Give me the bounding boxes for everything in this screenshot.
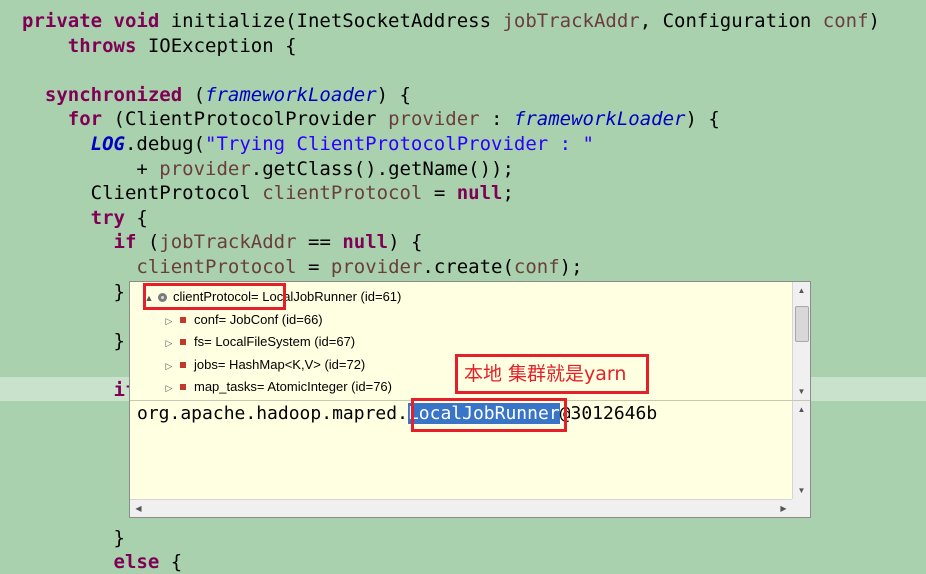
tree-row-label: conf= JobConf (id=66) xyxy=(194,311,323,327)
code-token: ) xyxy=(868,10,880,32)
tree-row-label: fs= LocalFileSystem (id=67) xyxy=(194,334,356,349)
code-token: + xyxy=(22,157,160,180)
scroll-up-icon[interactable]: ▲ xyxy=(793,401,810,418)
code-line: if (jobTrackAddr == null) { xyxy=(22,230,423,254)
code-token: == xyxy=(296,231,343,254)
code-line: try { xyxy=(22,206,148,230)
highlight-box-variable xyxy=(143,283,286,310)
scroll-down-icon[interactable]: ▼ xyxy=(793,383,810,400)
code-line: private void initialize(InetSocketAddres… xyxy=(22,9,880,33)
code-token: null xyxy=(456,182,503,205)
detail-suffix: @3012646b xyxy=(559,403,658,424)
code-line: for (ClientProtocolProvider provider : f… xyxy=(22,107,720,131)
code-line: + provider.getClass().getName()); xyxy=(22,157,514,181)
tree-row[interactable]: ▷ map_tasks= AtomicInteger (id=76) xyxy=(162,376,392,398)
code-token: { xyxy=(124,206,148,229)
scroll-down-icon[interactable]: ▼ xyxy=(793,482,810,499)
code-token: { xyxy=(159,551,183,574)
code-line: clientProtocol = provider.create(conf); xyxy=(22,255,583,279)
code-token: ( xyxy=(182,83,206,106)
field-icon xyxy=(180,384,186,391)
code-token: ); xyxy=(559,256,583,278)
code-token: conf xyxy=(513,256,560,278)
tree-row-label: jobs= HashMap<K,V> (id=72) xyxy=(194,356,366,372)
detail-prefix: org.apache.hadoop.mapred. xyxy=(137,403,408,424)
code-token: frameworkLoader xyxy=(513,108,686,131)
expand-toggle-icon[interactable]: ▷ xyxy=(162,310,176,332)
code-token: private void xyxy=(22,10,160,32)
code-line: } xyxy=(22,526,125,550)
value-detail-pane[interactable]: org.apache.hadoop.mapred.LocalJobRunner@… xyxy=(137,403,657,425)
code-token: .getClass().getName()); xyxy=(250,157,514,180)
expand-toggle-icon[interactable]: ▷ xyxy=(162,377,176,399)
code-token: clientProtocol xyxy=(262,182,423,205)
code-token: if xyxy=(22,379,137,401)
code-token: , Configuration xyxy=(639,10,823,32)
code-token: LOG xyxy=(22,133,125,155)
code-token: frameworkLoader xyxy=(205,83,377,106)
scroll-corner xyxy=(792,499,810,517)
code-token: ClientProtocol xyxy=(22,182,263,205)
code-line: ClientProtocol clientProtocol = null; xyxy=(22,181,514,205)
detail-scrollbar[interactable]: ▲ ▼ xyxy=(792,401,810,499)
code-token: provider xyxy=(330,256,423,278)
code-token: .create( xyxy=(422,256,514,278)
code-token: clientProtocol xyxy=(136,256,297,278)
code-token: null xyxy=(342,231,389,254)
code-token: jobTrackAddr xyxy=(159,231,297,254)
code-line: throws IOException { xyxy=(22,34,297,58)
code-token: } xyxy=(22,526,125,549)
expand-toggle-icon[interactable]: ▷ xyxy=(162,355,176,377)
tree-row-label: map_tasks= AtomicInteger (id=76) xyxy=(194,379,392,394)
field-icon xyxy=(180,361,186,368)
code-token: } xyxy=(22,280,125,303)
code-line: if xyxy=(22,378,137,402)
code-token: ) { xyxy=(388,231,423,254)
code-token: ) { xyxy=(376,83,411,106)
annotation-label: 本地 集群就是yarn xyxy=(455,354,649,394)
code-token: : xyxy=(479,108,514,131)
tree-row[interactable]: ▷ fs= LocalFileSystem (id=67) xyxy=(162,331,356,354)
scroll-right-icon[interactable]: ▶ xyxy=(775,500,792,517)
code-token: = xyxy=(296,256,331,278)
code-line: LOG.debug("Trying ClientProtocolProvider… xyxy=(22,132,594,156)
code-token: (ClientProtocolProvider xyxy=(102,108,389,131)
code-line: } xyxy=(22,280,125,304)
code-line: synchronized (frameworkLoader) { xyxy=(22,83,411,107)
tree-scrollbar[interactable]: ▲ ▼ xyxy=(792,282,810,400)
code-token: conf xyxy=(822,10,869,32)
highlight-box-selection xyxy=(411,398,567,432)
code-token: ; xyxy=(502,182,514,205)
code-token: } xyxy=(22,329,125,352)
scroll-up-icon[interactable]: ▲ xyxy=(793,282,810,299)
code-token: synchronized xyxy=(22,83,183,106)
tree-row[interactable]: ▷ conf= JobConf (id=66) xyxy=(162,309,323,331)
code-token: initialize(InetSocketAddress xyxy=(159,10,503,32)
code-token: for xyxy=(22,108,103,131)
code-token: else xyxy=(22,551,160,574)
code-line: else { xyxy=(22,550,183,574)
code-token: jobTrackAddr xyxy=(502,10,640,32)
code-token: try xyxy=(22,206,125,229)
expand-toggle-icon[interactable]: ▷ xyxy=(162,332,176,354)
code-line: } xyxy=(22,329,125,353)
code-token: ) { xyxy=(685,108,720,131)
code-token: ( xyxy=(136,231,160,254)
code-token: provider xyxy=(388,108,480,131)
code-token: = xyxy=(422,182,457,205)
field-icon xyxy=(180,339,186,346)
code-token: provider xyxy=(159,157,251,180)
code-token: .debug( xyxy=(124,133,206,155)
code-token: if xyxy=(22,231,137,254)
scroll-thumb[interactable] xyxy=(795,306,809,342)
field-icon xyxy=(180,316,186,323)
detail-horizontal-scrollbar[interactable]: ◀ ▶ xyxy=(130,499,792,517)
tree-row[interactable]: ▷ jobs= HashMap<K,V> (id=72) xyxy=(162,354,366,377)
code-token: "Trying ClientProtocolProvider : " xyxy=(205,133,594,155)
scroll-left-icon[interactable]: ◀ xyxy=(130,500,147,517)
code-token: IOException { xyxy=(136,34,297,57)
code-token: throws xyxy=(22,34,137,57)
